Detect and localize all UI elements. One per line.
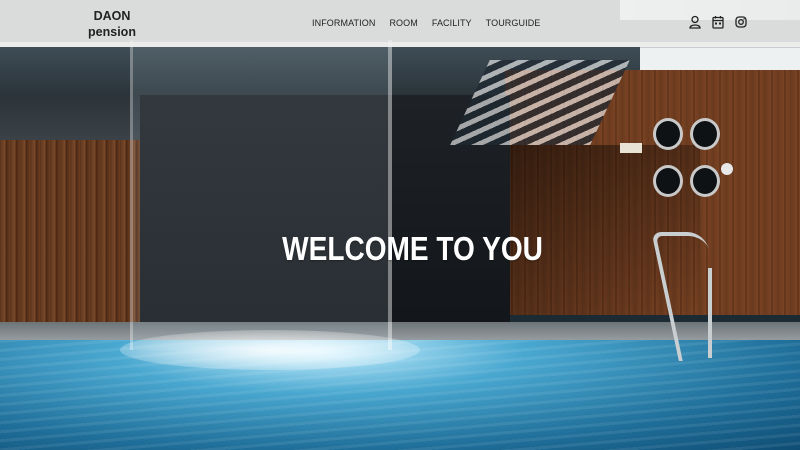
porthole-window xyxy=(653,118,683,150)
site-header: DAON pension INFORMATION ROOM FACILITY T… xyxy=(0,0,800,47)
calendar-icon[interactable] xyxy=(711,15,725,29)
porthole-window xyxy=(653,165,683,197)
nav-information[interactable]: INFORMATION xyxy=(312,18,375,28)
nav-room[interactable]: ROOM xyxy=(389,18,417,28)
nav-facility[interactable]: FACILITY xyxy=(432,18,472,28)
water-splash xyxy=(120,330,420,370)
logo-line-2: pension xyxy=(88,25,136,39)
waterfall-curtain xyxy=(130,40,392,350)
wall-sign xyxy=(620,143,642,153)
logo-line-1: DAON xyxy=(93,9,131,23)
hero-background-image xyxy=(0,0,800,450)
wall-lamp xyxy=(721,163,733,175)
user-icon[interactable] xyxy=(688,15,702,29)
site-logo[interactable]: DAON pension xyxy=(82,8,142,40)
porthole-window xyxy=(690,118,720,150)
instagram-icon[interactable] xyxy=(734,15,748,29)
upper-terrace xyxy=(0,95,150,140)
pool-handrail-post xyxy=(708,268,712,358)
header-icons xyxy=(688,15,748,29)
hero-headline: WELCOME TO YOU xyxy=(282,230,543,267)
nav-tourguide[interactable]: TOURGUIDE xyxy=(486,18,541,28)
porthole-window xyxy=(690,165,720,197)
main-nav: INFORMATION ROOM FACILITY TOURGUIDE xyxy=(312,18,554,28)
